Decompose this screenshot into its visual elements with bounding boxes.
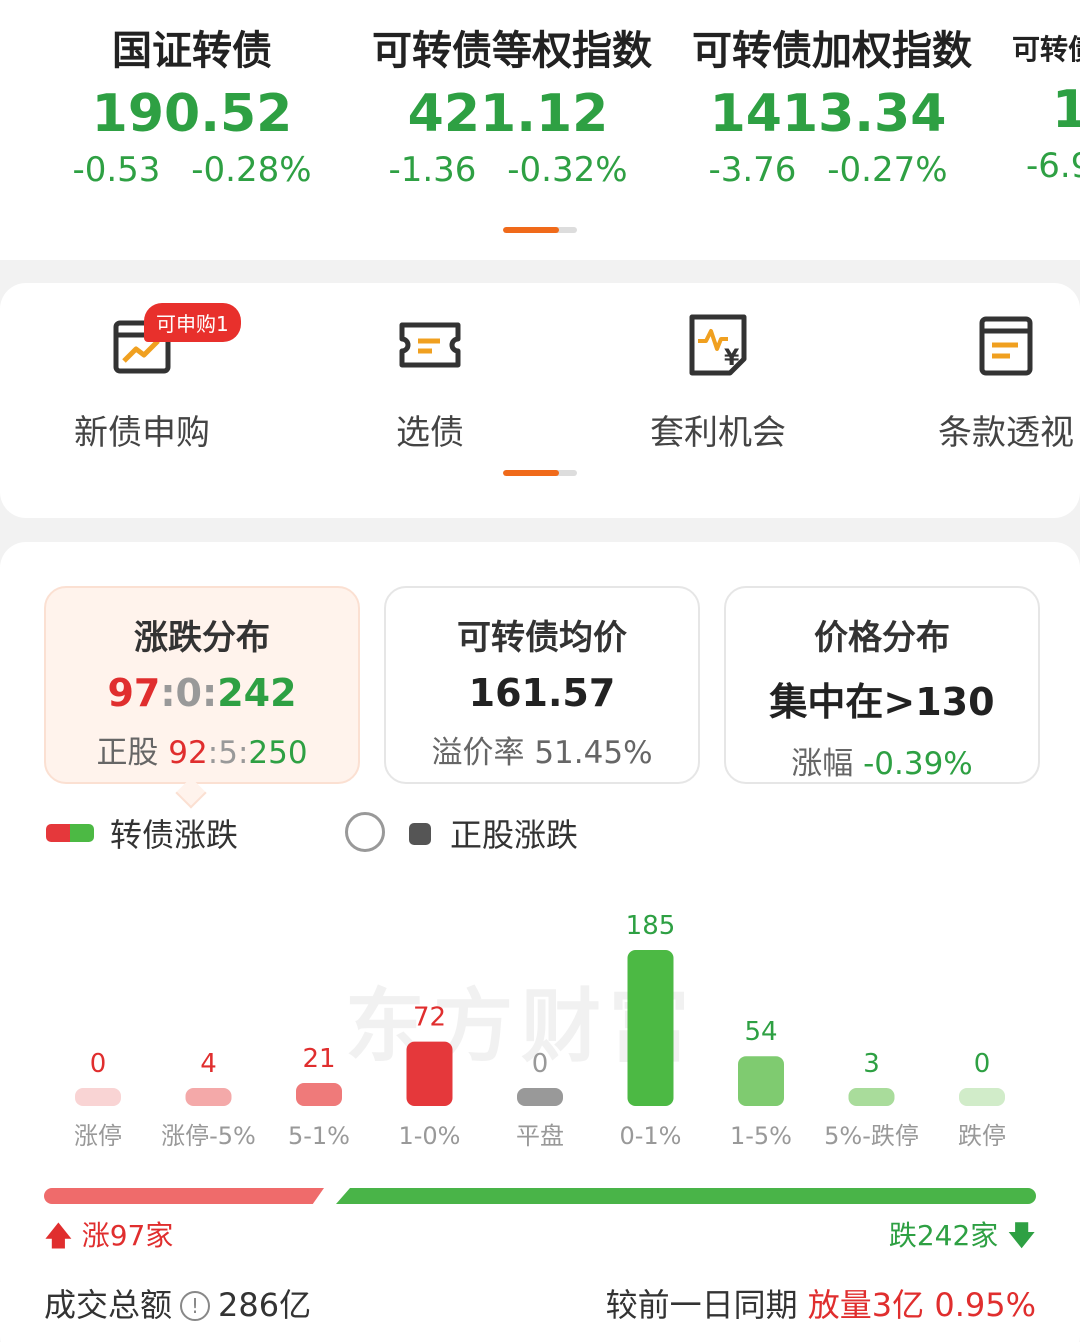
tool-label: 新债申购 <box>74 413 210 453</box>
index-name: 可转债等权指数 <box>372 28 652 74</box>
arrow-up-icon: 🡅 <box>44 1219 73 1252</box>
index-item-equal-weight[interactable]: 可转债等权指数 421.12 -1.36 -0.32% <box>372 18 652 190</box>
tool-terms[interactable]: 条款透视 <box>906 313 1080 454</box>
stat-price-distribution[interactable]: 价格分布 集中在>130 涨幅 -0.39% <box>724 586 1040 784</box>
chart-bar[interactable] <box>848 1088 895 1106</box>
index-name: 国证转债 <box>112 28 272 74</box>
rise-count: 🡅 涨97家 <box>44 1219 174 1252</box>
index-page-indicator <box>503 227 577 233</box>
chart-value-label: 0 <box>532 1049 549 1079</box>
stock-legend-swatch <box>409 823 431 845</box>
ticket-icon <box>398 313 462 377</box>
chart-category-label: 涨停-5% <box>161 1122 256 1150</box>
index-item-partial[interactable]: 可转债 1 -6.9 <box>1012 18 1080 186</box>
chart-bar[interactable] <box>738 1056 784 1106</box>
stat-value: 集中在>130 <box>769 680 995 724</box>
tool-arbitrage[interactable]: ¥ 套利机会 <box>618 313 818 454</box>
chart-bar[interactable] <box>959 1088 1005 1106</box>
chart-bar[interactable] <box>185 1088 232 1106</box>
chart-category-label: 1-5% <box>730 1122 792 1150</box>
index-change: -0.53 -0.28% <box>72 150 312 190</box>
chart-value-label: 0 <box>90 1049 107 1079</box>
chart-category-label: 0-1% <box>619 1122 681 1150</box>
radio-circle-icon[interactable] <box>345 812 385 852</box>
index-item-weighted[interactable]: 可转债加权指数 1413.34 -3.76 -0.27% <box>692 18 972 190</box>
arbitrage-icon: ¥ <box>686 313 750 377</box>
tools-panel: 可申购1 新债申购 选债 ¥ 套利机会 条款透视 <box>0 283 1080 518</box>
turnover-compare: 较前一日同期 放量3亿 0.95% <box>605 1286 1036 1324</box>
chart-value-label: 72 <box>413 1003 446 1033</box>
index-price: 190.52 <box>91 84 293 144</box>
chart-bar[interactable] <box>75 1088 121 1106</box>
index-strip[interactable]: 国证转债 190.52 -0.53 -0.28% 可转债等权指数 421.12 … <box>0 0 1080 260</box>
subscribe-badge: 可申购1 <box>144 303 241 342</box>
stat-average-price[interactable]: 可转债均价 161.57 溢价率 51.45% <box>384 586 700 784</box>
index-price: 1413.34 <box>709 84 947 144</box>
index-name: 可转债 <box>1012 33 1080 66</box>
index-price: 1 <box>1052 80 1080 140</box>
chart-bar[interactable] <box>517 1088 563 1106</box>
fall-count: 跌242家 🡇 <box>888 1219 1036 1252</box>
stat-value: 161.57 <box>468 671 616 715</box>
chart-category-label: 5%-跌停 <box>824 1122 919 1150</box>
chart-value-label: 21 <box>302 1044 335 1074</box>
index-change: -3.76 -0.27% <box>708 150 948 190</box>
svg-text:¥: ¥ <box>724 346 740 371</box>
index-price: 421.12 <box>407 84 609 144</box>
chart-value-label: 3 <box>863 1049 880 1079</box>
chart-category-label: 跌停 <box>958 1122 1006 1150</box>
index-change: -6.9 <box>1026 146 1080 186</box>
tool-label: 套利机会 <box>650 413 786 453</box>
stat-change: 涨幅 -0.39% <box>791 746 973 782</box>
stat-stock-ratio: 正股 92:5:250 <box>96 735 308 771</box>
chart-category-label: 平盘 <box>516 1122 564 1150</box>
stat-updown-ratio: 97:0:242 <box>107 671 297 715</box>
info-icon[interactable]: ! <box>180 1291 211 1321</box>
stat-premium: 溢价率 51.45% <box>431 735 653 771</box>
legend-stock-updown[interactable]: 正股涨跌 <box>450 810 578 856</box>
stat-title: 价格分布 <box>814 618 950 658</box>
tool-new-bond-subscribe[interactable]: 可申购1 新债申购 <box>42 303 242 454</box>
chart-category-label: 5-1% <box>288 1122 350 1150</box>
chart-category-label: 1-0% <box>398 1122 460 1150</box>
updown-distribution-chart: 0 涨停 4 涨停-5% 21 5-1% 72 1-0% 0 平盘 185 0-1% 54 1-5% 3 5%… <box>74 911 1006 1150</box>
fall-proportion-bar <box>336 1188 1036 1204</box>
index-name: 可转债加权指数 <box>692 28 972 74</box>
index-item-guozheng[interactable]: 国证转债 190.52 -0.53 -0.28% <box>72 18 312 190</box>
chart-value-label: 54 <box>744 1017 777 1047</box>
chart-value-label: 4 <box>200 1049 217 1079</box>
tools-page-indicator <box>503 470 577 476</box>
turnover-total: 成交总额! 286亿 <box>44 1286 312 1324</box>
tool-select-bond[interactable]: 选债 <box>330 313 530 454</box>
legend-bond-updown[interactable]: 转债涨跌 <box>110 810 238 856</box>
stat-updown-distribution[interactable]: 涨跌分布 97:0:242 正股 92:5:250 <box>44 586 360 784</box>
arrow-down-icon: 🡇 <box>1007 1219 1036 1252</box>
subscribe-chart-icon: 可申购1 <box>110 303 241 377</box>
chart-bar[interactable] <box>627 950 674 1106</box>
document-icon <box>974 313 1038 377</box>
rise-proportion-bar <box>44 1188 324 1204</box>
chart-category-label: 涨停 <box>74 1122 122 1150</box>
stat-title: 可转债均价 <box>457 618 627 658</box>
bond-legend-swatch <box>46 824 94 842</box>
tool-label: 条款透视 <box>938 413 1074 453</box>
index-change: -1.36 -0.32% <box>388 150 628 190</box>
chart-bar[interactable] <box>406 1041 453 1106</box>
chart-value-label: 0 <box>974 1049 991 1079</box>
chart-bar[interactable] <box>296 1082 342 1106</box>
bond-market-panel: 涨跌分布 97:0:242 正股 92:5:250 可转债均价 161.57 溢… <box>0 542 1080 1342</box>
stat-title: 涨跌分布 <box>134 618 270 658</box>
chart-value-label: 185 <box>626 911 676 941</box>
tool-label: 选债 <box>396 413 464 453</box>
